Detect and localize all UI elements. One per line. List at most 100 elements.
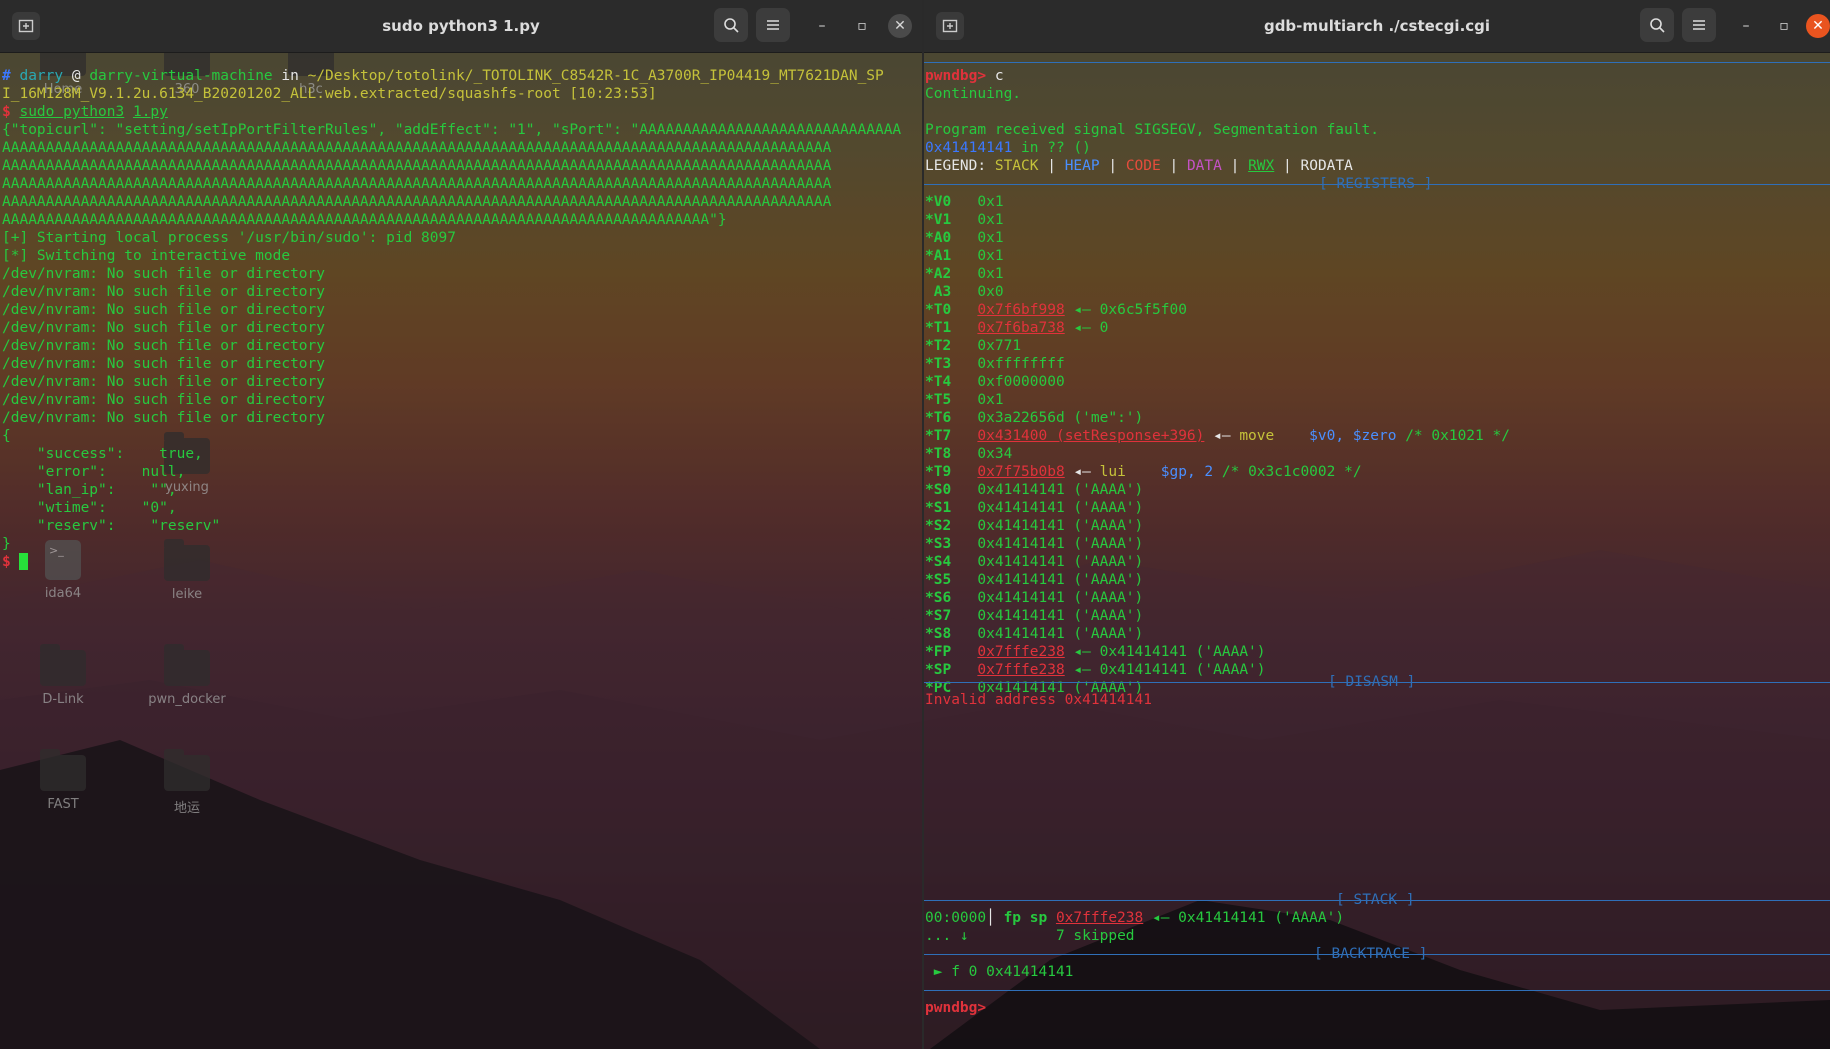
register-name: *S1 xyxy=(925,500,952,516)
fault-address-line: 0x41414141 in ?? () xyxy=(925,140,1091,156)
maximize-button[interactable]: ▫ xyxy=(850,14,874,38)
instruction-operands: $gp, 2 xyxy=(1160,464,1214,480)
instruction-comment: /* 0x3c1c0002 */ xyxy=(1213,464,1362,480)
register-value: 0x41414141 ('AAAA') xyxy=(977,554,1144,570)
backtrace-section-label: [ BACKTRACE ] xyxy=(1314,946,1428,962)
register-value: 0x771 xyxy=(977,338,1022,354)
terminal-line: /dev/nvram: No such file or directory xyxy=(2,410,326,426)
search-button[interactable] xyxy=(1640,8,1674,42)
register-name: *T4 xyxy=(925,374,952,390)
window-title: sudo python3 1.py xyxy=(382,17,540,35)
titlebar[interactable]: sudo python3 1.py – ▫ ✕ xyxy=(0,0,922,53)
terminal-line: {"topicurl": "setting/setIpPortFilterRul… xyxy=(2,122,902,138)
register-value: 0x1 xyxy=(977,194,1004,210)
maximize-icon: ▫ xyxy=(857,18,867,34)
menu-button[interactable] xyxy=(1682,8,1716,42)
terminal-line: /dev/nvram: No such file or directory xyxy=(2,356,326,372)
stack-entry: 00:0000│ fp sp 0x7fffe238 ◂— 0x41414141 … xyxy=(925,910,1345,926)
separator xyxy=(924,990,1830,991)
new-tab-button[interactable] xyxy=(12,12,40,40)
register-name: *FP xyxy=(925,644,952,660)
register-name: *V1 xyxy=(925,212,952,228)
register-name: A3 xyxy=(925,284,952,300)
register-deref: ◂— 0x41414141 ('AAAA') xyxy=(1064,662,1266,678)
register-row: *T4 0xf0000000 xyxy=(925,373,1065,391)
terminal-input-line[interactable]: $ xyxy=(2,553,29,571)
instruction-mnemonic: lui xyxy=(1099,464,1126,480)
minimize-button[interactable]: – xyxy=(1734,14,1758,38)
registers-section-label: [ REGISTERS ] xyxy=(1319,176,1433,192)
register-name: *S5 xyxy=(925,572,952,588)
register-name: *S3 xyxy=(925,536,952,552)
terminal-line: AAAAAAAAAAAAAAAAAAAAAAAAAAAAAAAAAAAAAAAA… xyxy=(2,176,832,192)
register-deref: ◂— 0x6c5f5f00 xyxy=(1064,302,1187,318)
register-row: *A1 0x1 xyxy=(925,247,1004,265)
instruction-comment: /* 0x1021 */ xyxy=(1396,428,1510,444)
register-value: 0x41414141 ('AAAA') xyxy=(977,590,1144,606)
register-name: *S2 xyxy=(925,518,952,534)
terminal-output[interactable]: # darry @ darry-virtual-machine in ~/Des… xyxy=(0,53,922,1049)
maximize-icon: ▫ xyxy=(1779,18,1789,34)
stack-section-label: [ STACK ] xyxy=(1336,892,1415,908)
register-name: *V0 xyxy=(925,194,952,210)
terminal-line: "error": null, xyxy=(2,464,186,480)
separator xyxy=(924,62,1830,63)
terminal-line: /dev/nvram: No such file or directory xyxy=(2,284,326,300)
terminal-window-left[interactable]: sudo python3 1.py – ▫ ✕ # darry @ darry-… xyxy=(0,0,922,1049)
register-value: 0xf0000000 xyxy=(977,374,1065,390)
register-name: *A0 xyxy=(925,230,952,246)
register-name: *T8 xyxy=(925,446,952,462)
hamburger-icon xyxy=(767,20,779,30)
terminal-line: /dev/nvram: No such file or directory xyxy=(2,374,326,390)
register-deref: ◂— 0 xyxy=(1064,320,1109,336)
register-value: 0x1 xyxy=(977,266,1004,282)
terminal-window-right[interactable]: gdb-multiarch ./cstecgi.cgi – ▫ ✕ pwndbg… xyxy=(924,0,1830,1049)
search-button[interactable] xyxy=(714,8,748,42)
minimize-button[interactable]: – xyxy=(810,14,834,38)
register-row: *T7 0x431400 (setResponse+396) ◂— move $… xyxy=(925,427,1510,445)
register-name: *T1 xyxy=(925,320,952,336)
titlebar[interactable]: gdb-multiarch ./cstecgi.cgi – ▫ ✕ xyxy=(924,0,1830,53)
search-icon xyxy=(724,18,739,33)
terminal-line: /dev/nvram: No such file or directory xyxy=(2,302,326,318)
close-button[interactable]: ✕ xyxy=(1806,14,1830,38)
search-icon xyxy=(1650,18,1665,33)
gdb-output[interactable]: pwndbg> c Continuing. Program received s… xyxy=(924,53,1830,1049)
close-button[interactable]: ✕ xyxy=(888,14,912,38)
maximize-button[interactable]: ▫ xyxy=(1772,14,1796,38)
hamburger-icon xyxy=(1693,20,1705,30)
terminal-line: I_16M128M_V9.1.2u.6134_B20201202_ALL.web… xyxy=(2,86,657,102)
register-name: *T5 xyxy=(925,392,952,408)
register-row: *T0 0x7f6bf998 ◂— 0x6c5f5f00 xyxy=(925,301,1187,319)
terminal-line: /dev/nvram: No such file or directory xyxy=(2,266,326,282)
register-row: *A2 0x1 xyxy=(925,265,1004,283)
register-row: *S8 0x41414141 ('AAAA') xyxy=(925,625,1143,643)
register-value: 0x3a22656d ('me":') xyxy=(977,410,1144,426)
terminal-line: /dev/nvram: No such file or directory xyxy=(2,320,326,336)
register-value: 0x1 xyxy=(977,230,1004,246)
terminal-line: [+] Starting local process '/usr/bin/sud… xyxy=(2,230,456,246)
instruction-operands: $v0, $zero xyxy=(1309,428,1397,444)
register-value: 0x41414141 ('AAAA') xyxy=(977,500,1144,516)
terminal-line: AAAAAAAAAAAAAAAAAAAAAAAAAAAAAAAAAAAAAAAA… xyxy=(2,158,832,174)
continuing-line: Continuing. xyxy=(925,86,1022,102)
register-row: A3 0x0 xyxy=(925,283,1004,301)
register-name: *T2 xyxy=(925,338,952,354)
register-row: *T8 0x34 xyxy=(925,445,1012,463)
register-name: *T7 xyxy=(925,428,952,444)
gdb-prompt[interactable]: pwndbg> xyxy=(925,999,986,1017)
register-name: *S7 xyxy=(925,608,952,624)
disasm-section-label: [ DISASM ] xyxy=(1328,674,1416,690)
gdb-command-line: pwndbg> c xyxy=(925,68,1004,84)
menu-button[interactable] xyxy=(756,8,790,42)
register-name: *T6 xyxy=(925,410,952,426)
register-value: 0x1 xyxy=(977,212,1004,228)
terminal-line: AAAAAAAAAAAAAAAAAAAAAAAAAAAAAAAAAAAAAAAA… xyxy=(2,212,727,228)
register-name: *T9 xyxy=(925,464,952,480)
terminal-line-prompt-header: # darry @ darry-virtual-machine in ~/Des… xyxy=(2,68,884,84)
invalid-address-line: Invalid address 0x41414141 xyxy=(925,692,1152,708)
terminal-line: { xyxy=(2,428,11,444)
register-value: 0x41414141 ('AAAA') xyxy=(977,626,1144,642)
new-tab-button[interactable] xyxy=(936,12,964,40)
terminal-line: /dev/nvram: No such file or directory xyxy=(2,338,326,354)
